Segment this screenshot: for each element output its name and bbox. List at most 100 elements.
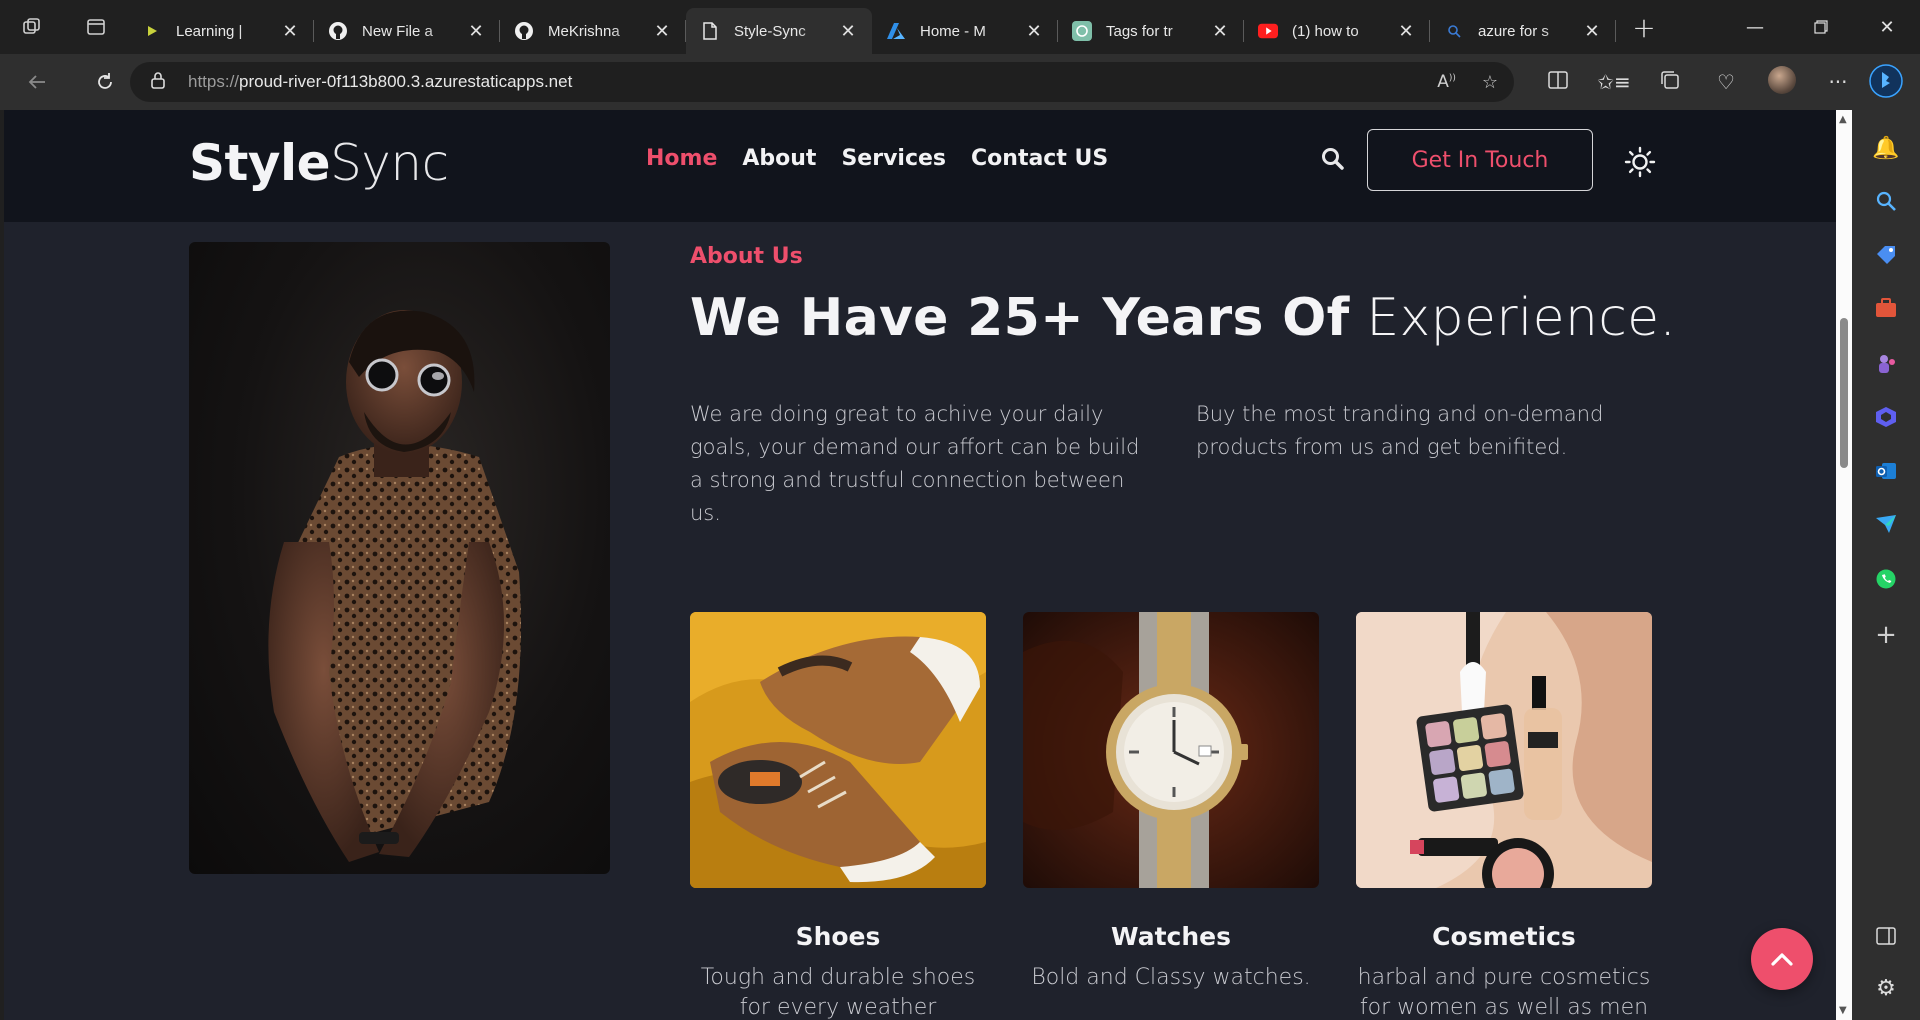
- tab-home-azure[interactable]: Home - M ✕: [872, 8, 1058, 54]
- site-logo[interactable]: StyleSync: [189, 134, 449, 192]
- tab-tags[interactable]: Tags for tr ✕: [1058, 8, 1244, 54]
- profile-avatar[interactable]: [1754, 65, 1810, 99]
- new-tab-button[interactable]: +: [1616, 11, 1672, 44]
- close-icon[interactable]: ✕: [1024, 21, 1044, 42]
- theme-toggle-sun-icon[interactable]: [1624, 146, 1656, 182]
- scroll-to-top-button[interactable]: [1751, 928, 1813, 990]
- page-icon: [700, 21, 720, 41]
- scrollbar-thumb[interactable]: [1840, 318, 1848, 468]
- github-icon: [514, 21, 534, 41]
- tab-title: Learning |: [176, 22, 243, 40]
- close-window-icon[interactable]: ✕: [1854, 0, 1920, 54]
- search-icon: [1444, 21, 1464, 41]
- workspaces-icon[interactable]: [0, 0, 64, 54]
- hide-sidebar-icon[interactable]: [1852, 926, 1920, 951]
- get-in-touch-button[interactable]: Get In Touch: [1367, 129, 1593, 191]
- logo-light: Sync: [330, 134, 449, 192]
- url-scheme: https://: [188, 72, 240, 91]
- tab-azure-search[interactable]: azure for s ✕: [1430, 8, 1616, 54]
- window-controls: — ✕: [1722, 0, 1920, 54]
- azure-icon: [886, 21, 906, 41]
- add-sidebar-app-icon[interactable]: +: [1852, 620, 1920, 650]
- search-icon[interactable]: [1852, 190, 1920, 218]
- tab-actions-icon[interactable]: [64, 0, 128, 54]
- settings-gear-icon[interactable]: ⚙: [1852, 976, 1920, 1001]
- tab-title: MeKrishna: [548, 22, 620, 40]
- tools-briefcase-icon[interactable]: [1852, 298, 1920, 324]
- microsoft-365-icon[interactable]: [1852, 406, 1920, 434]
- learning-play-icon: [142, 21, 162, 41]
- browser-toolbar: https://proud-river-0f113b800.3.azuresta…: [0, 54, 1920, 110]
- shoes-image: [690, 612, 986, 888]
- outlook-icon[interactable]: [1852, 460, 1920, 488]
- tab-title: azure for s: [1478, 22, 1549, 40]
- nav-about[interactable]: About: [742, 146, 816, 171]
- card-shoes[interactable]: Shoes Tough and durable shoes for every …: [690, 612, 986, 1020]
- favorite-star-icon[interactable]: ☆: [1482, 72, 1498, 93]
- notifications-bell-icon[interactable]: 🔔: [1852, 136, 1920, 161]
- scroll-up-arrow-icon[interactable]: ▲: [1839, 114, 1847, 125]
- tab-style-sync[interactable]: Style-Sync ✕: [686, 8, 872, 54]
- tab-title: Home - M: [920, 22, 986, 40]
- close-icon[interactable]: ✕: [838, 21, 858, 42]
- whatsapp-icon[interactable]: [1852, 568, 1920, 596]
- tab-title: (1) how to: [1292, 22, 1359, 40]
- close-icon[interactable]: ✕: [280, 21, 300, 42]
- close-icon[interactable]: ✕: [1582, 21, 1602, 42]
- tab-learning[interactable]: Learning | ✕: [128, 8, 314, 54]
- about-paragraph-2: Buy the most tranding and on-demand prod…: [1196, 402, 1604, 459]
- github-icon: [328, 21, 348, 41]
- favorites-icon[interactable]: ✩≡: [1586, 70, 1642, 94]
- nav-services[interactable]: Services: [841, 146, 946, 171]
- scroll-down-arrow-icon[interactable]: ▼: [1839, 1005, 1847, 1016]
- card-description: Bold and Classy watches.: [1031, 965, 1311, 990]
- tab-title: Style-Sync: [734, 22, 806, 40]
- close-icon[interactable]: ✕: [1210, 21, 1230, 42]
- bing-copilot-icon[interactable]: [1852, 54, 1920, 108]
- games-icon[interactable]: [1852, 352, 1920, 380]
- close-icon[interactable]: ✕: [1396, 21, 1416, 42]
- search-icon[interactable]: [1320, 146, 1346, 176]
- minimize-icon[interactable]: —: [1722, 0, 1788, 54]
- model-portrait-image: [189, 242, 610, 874]
- address-bar[interactable]: https://proud-river-0f113b800.3.azuresta…: [130, 62, 1514, 102]
- about-kicker: About Us: [690, 244, 803, 269]
- card-title: Cosmetics: [1432, 922, 1576, 951]
- toolbar-icons: ✩≡ ♡ ···: [1530, 54, 1866, 110]
- browser-essentials-icon[interactable]: ♡: [1698, 70, 1754, 94]
- url-text: https://proud-river-0f113b800.3.azuresta…: [188, 72, 572, 92]
- tab-mekrishna[interactable]: MeKrishna ✕: [500, 8, 686, 54]
- edge-sidebar: 🔔 + ⚙: [1852, 54, 1920, 1020]
- about-headline: We Have 25+ Years Of Experience.: [690, 288, 1676, 348]
- split-screen-icon[interactable]: [1530, 70, 1586, 94]
- card-title: Shoes: [795, 922, 881, 951]
- tab-youtube[interactable]: (1) how to ✕: [1244, 8, 1430, 54]
- card-cosmetics[interactable]: Cosmetics harbal and pure cosmetics for …: [1356, 612, 1652, 1020]
- page-scrollbar[interactable]: ▲ ▼: [1836, 110, 1852, 1020]
- youtube-icon: [1258, 21, 1278, 41]
- chevron-up-icon: [1771, 953, 1793, 966]
- card-description: harbal and pure cosmetics for women as w…: [1357, 965, 1651, 1020]
- back-arrow-icon[interactable]: [12, 62, 62, 102]
- site-header: StyleSync Home About Services Contact US…: [4, 110, 1836, 222]
- drop-send-icon[interactable]: [1852, 514, 1920, 540]
- restore-icon[interactable]: [1788, 0, 1854, 54]
- close-icon[interactable]: ✕: [466, 21, 486, 42]
- address-bar-actions: A)) ☆: [1437, 62, 1498, 102]
- tab-new-file[interactable]: New File a ✕: [314, 8, 500, 54]
- lock-icon[interactable]: [150, 71, 174, 93]
- collections-icon[interactable]: [1642, 70, 1698, 95]
- refresh-icon[interactable]: [80, 62, 130, 102]
- nav-home[interactable]: Home: [646, 146, 717, 171]
- card-title: Watches: [1111, 922, 1231, 951]
- read-aloud-icon[interactable]: A)): [1437, 72, 1456, 92]
- card-watches[interactable]: Watches Bold and Classy watches.: [1023, 612, 1319, 993]
- shopping-tag-icon[interactable]: [1852, 244, 1920, 272]
- page-viewport: StyleSync Home About Services Contact US…: [4, 110, 1836, 1020]
- close-icon[interactable]: ✕: [652, 21, 672, 42]
- headline-bold: We Have 25+ Years Of: [690, 288, 1350, 348]
- url-host: proud-river-0f113b800.3.azurestaticapps.…: [239, 72, 573, 91]
- nav-contact[interactable]: Contact US: [971, 146, 1108, 171]
- browser-tab-strip: Learning | ✕ New File a ✕ MeKrishna ✕ St…: [0, 0, 1920, 54]
- main-nav: Home About Services Contact US: [646, 146, 1108, 171]
